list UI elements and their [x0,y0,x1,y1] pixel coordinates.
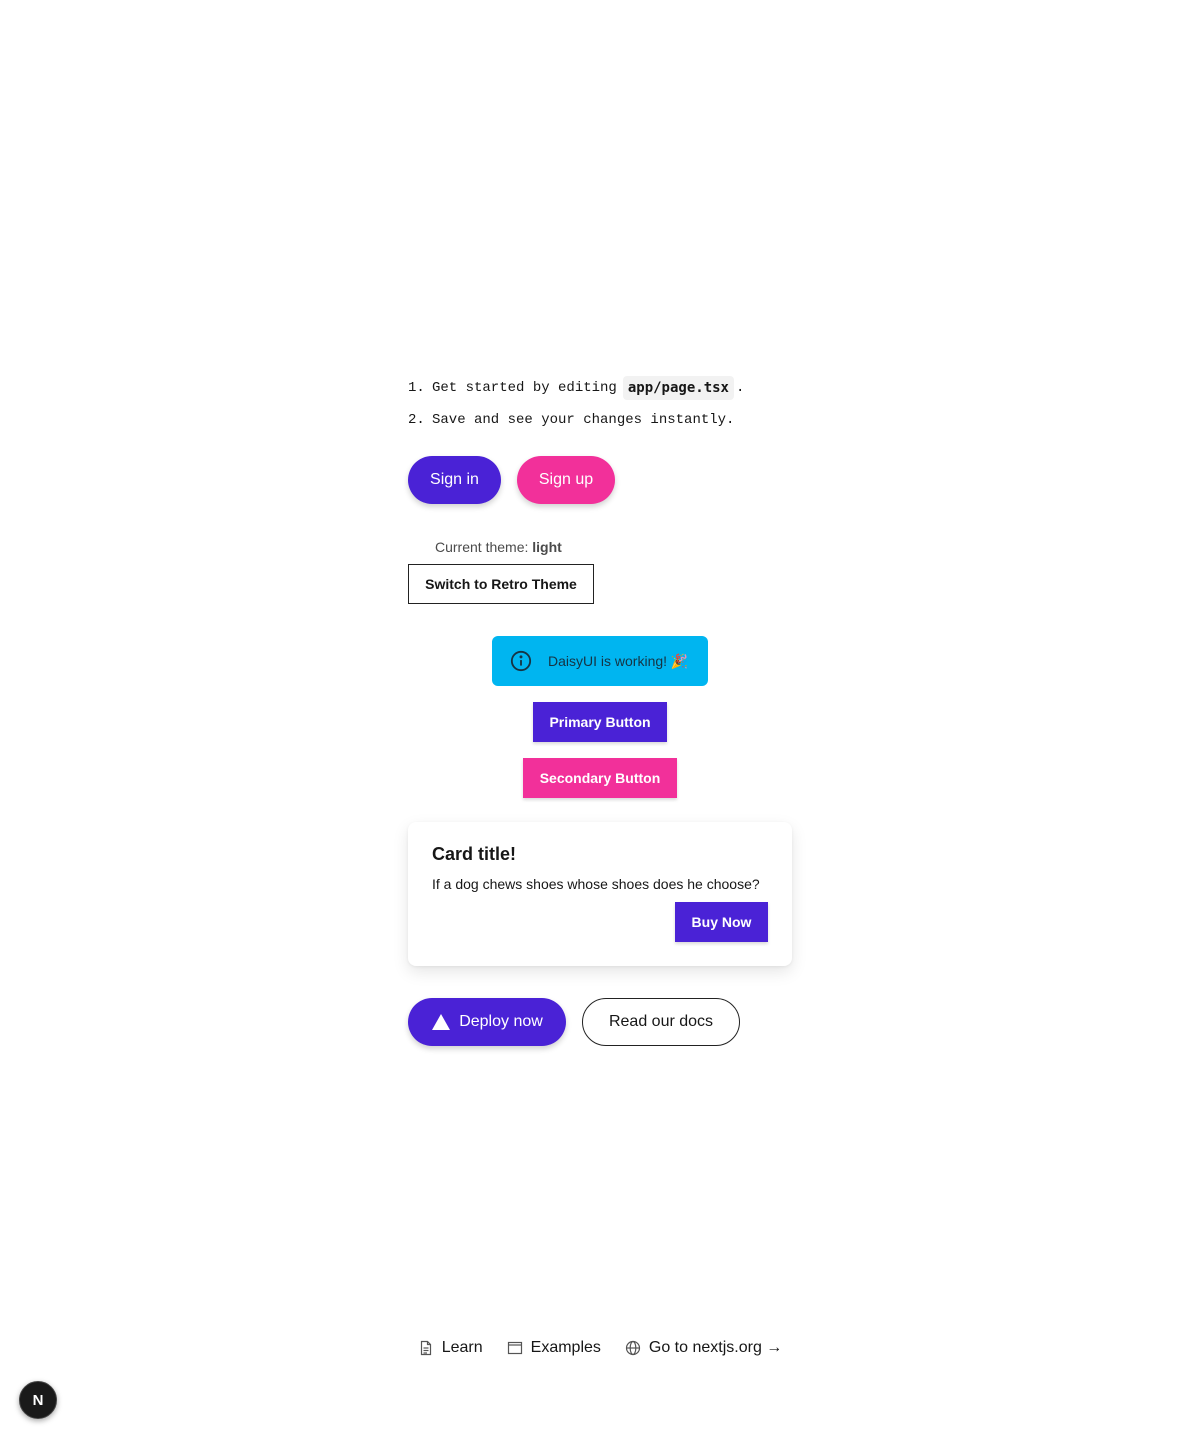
secondary-button[interactable]: Secondary Button [523,758,677,798]
info-icon [510,650,532,672]
step-item: 2. Save and see your changes instantly. [408,408,792,432]
current-theme-label: Current theme: light [408,538,792,556]
footer-link-nextjs[interactable]: Go to nextjs.org → [625,1336,782,1360]
read-docs-button[interactable]: Read our docs [582,998,740,1046]
footer: Learn Examples Go to nextjs.org → [0,1336,1200,1360]
code-snippet: app/page.tsx [622,376,734,400]
page-root: 1. Get started by editing app/page.tsx .… [0,0,1200,1438]
footer-nextjs-label: Go to nextjs.org → [648,1339,783,1356]
footer-link-learn[interactable]: Learn [418,1336,483,1360]
footer-learn-label: Learn [441,1339,483,1356]
cta-buttons: Deploy now Read our docs [408,998,792,1046]
theme-label-text: Current theme: [435,539,529,555]
daisyui-demo: DaisyUI is working! 🎉 Primary Button Sec… [408,604,792,966]
step-punctuation: . [736,380,745,396]
deploy-label: Deploy now [459,1013,543,1030]
step-text: Save and see your changes instantly. [432,412,735,428]
card-text: If a dog chews shoes whose shoes does he… [432,876,760,892]
sign-in-button[interactable]: Sign in [408,456,501,504]
step-number: 2. [408,412,425,428]
file-icon [420,1340,431,1356]
card-title: Card title! [432,844,517,864]
globe-icon [625,1340,640,1356]
nextjs-dev-indicator[interactable]: N [19,1381,57,1419]
vercel-triangle-icon [432,1014,451,1030]
alert-text: DaisyUI is working! 🎉 [548,652,689,669]
auth-buttons: Sign in Sign up [408,456,792,504]
footer-link-examples[interactable]: Examples [507,1336,601,1360]
nextjs-logo-letter: N [32,1391,44,1409]
sign-up-button[interactable]: Sign up [517,456,615,504]
primary-button[interactable]: Primary Button [533,702,667,742]
main-content: 1. Get started by editing app/page.tsx .… [408,376,792,1046]
buy-now-button[interactable]: Buy Now [675,902,768,942]
info-alert: DaisyUI is working! 🎉 [492,636,708,686]
step-number: 1. [408,380,425,396]
step-item: 1. Get started by editing app/page.tsx . [408,376,792,400]
step-text: Get started by editing [432,380,617,396]
deploy-now-button[interactable]: Deploy now [408,998,566,1046]
theme-value: light [532,539,562,555]
steps-list: 1. Get started by editing app/page.tsx .… [408,376,792,432]
card: Card title! If a dog chews shoes whose s… [408,822,792,966]
footer-examples-label: Examples [530,1339,601,1356]
switch-theme-button[interactable]: Switch to Retro Theme [408,564,594,604]
window-icon [507,1341,522,1355]
